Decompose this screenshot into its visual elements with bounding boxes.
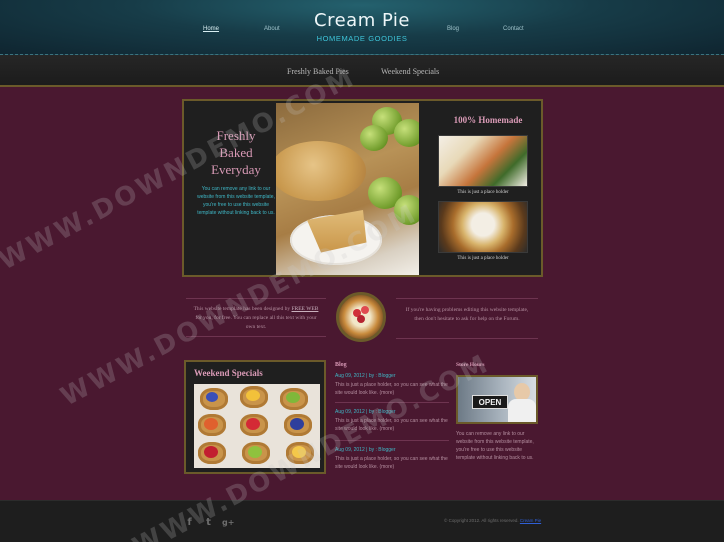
designer-note-text: This website template has been designed …: [193, 306, 291, 312]
divider: [335, 402, 449, 403]
subnav-weekend-specials[interactable]: Weekend Specials: [381, 67, 439, 76]
apple-shape: [360, 125, 388, 151]
fruit-shape: [246, 390, 260, 401]
apple-shape: [394, 195, 419, 225]
hero-title-line: Baked: [219, 145, 253, 160]
divider: [335, 440, 449, 441]
blog-post-body: This is just a place holder, so you can …: [335, 455, 449, 471]
sub-navigation: Freshly Baked Pies Weekend Specials: [0, 55, 724, 87]
blog-more-link[interactable]: (more): [379, 390, 394, 396]
nav-blog[interactable]: Blog: [447, 26, 459, 32]
fruit-shape: [361, 306, 369, 314]
thumbnail-image[interactable]: [438, 201, 528, 253]
hero-panel: Freshly Baked Everyday You can remove an…: [182, 99, 543, 277]
fruit-shape: [286, 392, 300, 403]
designer-note-text: for you, for free. You can replace all t…: [195, 315, 317, 330]
fruit-shape: [248, 446, 262, 458]
blog-post-date: Aug 09, 2012 | by : Blogger: [335, 409, 396, 415]
store-hours-heading: Store Hours: [456, 362, 485, 368]
blog-post-date: Aug 09, 2012 | by : Blogger: [335, 373, 396, 379]
pie-shape: [276, 141, 366, 201]
thumbnail-image[interactable]: [438, 135, 528, 187]
nav-home[interactable]: Home: [203, 26, 219, 32]
blog-post-body: This is just a place holder, so you can …: [335, 417, 449, 433]
fruit-shape: [204, 418, 218, 430]
hero-title-line: Everyday: [211, 162, 261, 177]
hero-title-line: Freshly: [216, 128, 256, 143]
subnav-freshly-baked-pies[interactable]: Freshly Baked Pies: [287, 67, 349, 76]
open-sign: OPEN: [472, 395, 508, 409]
fruit-shape: [204, 446, 218, 458]
homemade-heading: 100% Homemade: [453, 115, 523, 125]
designer-note: This website template has been designed …: [190, 305, 322, 332]
fruit-shape: [357, 315, 365, 323]
apple-shape: [394, 119, 419, 147]
hero-text: You can remove any link to our website f…: [197, 186, 275, 216]
fruit-shape: [292, 446, 306, 458]
blog-more-link[interactable]: (more): [379, 426, 394, 432]
open-sign-photo: OPEN: [456, 375, 538, 424]
fruit-shape: [246, 418, 260, 430]
hero-pie-photo: [276, 103, 419, 275]
googleplus-icon[interactable]: g+: [222, 517, 234, 528]
divider: [396, 298, 538, 299]
tart-badge-image: [336, 292, 386, 342]
nav-about[interactable]: About: [264, 26, 280, 32]
store-hours-text: You can remove any link to our website f…: [456, 431, 534, 461]
nav-contact[interactable]: Contact: [503, 26, 524, 32]
copyright-label: © Copyright 2012. All rights reserved.: [444, 518, 519, 523]
fruit-tarts-photo: [194, 384, 320, 468]
thumbnail-caption: This is just a place holder: [457, 256, 509, 261]
free-web-link[interactable]: FREE WEB: [291, 306, 318, 312]
hero-title: Freshly Baked Everyday: [196, 127, 276, 178]
copyright-text: © Copyright 2012. All rights reserved. C…: [444, 518, 541, 523]
blog-heading: Blog: [335, 362, 347, 368]
weekend-specials-heading: Weekend Specials: [194, 368, 263, 378]
help-note: If you're having problems editing this w…: [405, 307, 529, 322]
blog-post-body: This is just a place holder, so you can …: [335, 381, 449, 397]
twitter-icon[interactable]: t: [203, 517, 214, 528]
facebook-icon[interactable]: f: [184, 517, 195, 528]
site-footer: f t g+ © Copyright 2012. All rights rese…: [0, 500, 724, 542]
divider: [186, 298, 326, 299]
fruit-shape: [290, 418, 304, 430]
fruit-shape: [206, 392, 218, 402]
divider: [396, 338, 538, 339]
copyright-link[interactable]: Cream Pie: [520, 518, 541, 523]
logo-title[interactable]: Cream Pie: [300, 10, 424, 31]
weekend-specials-panel: Weekend Specials: [184, 360, 326, 474]
blog-post-date: Aug 09, 2012 | by : Blogger: [335, 447, 396, 453]
logo-subtitle: HOMEMADE GOODIES: [316, 34, 408, 43]
site-header: Home About Cream Pie HOMEMADE GOODIES Bl…: [0, 0, 724, 55]
divider: [186, 336, 326, 337]
person-body-shape: [508, 399, 536, 422]
blog-more-link[interactable]: (more): [379, 464, 394, 470]
thumbnail-caption: This is just a place holder: [457, 190, 509, 195]
